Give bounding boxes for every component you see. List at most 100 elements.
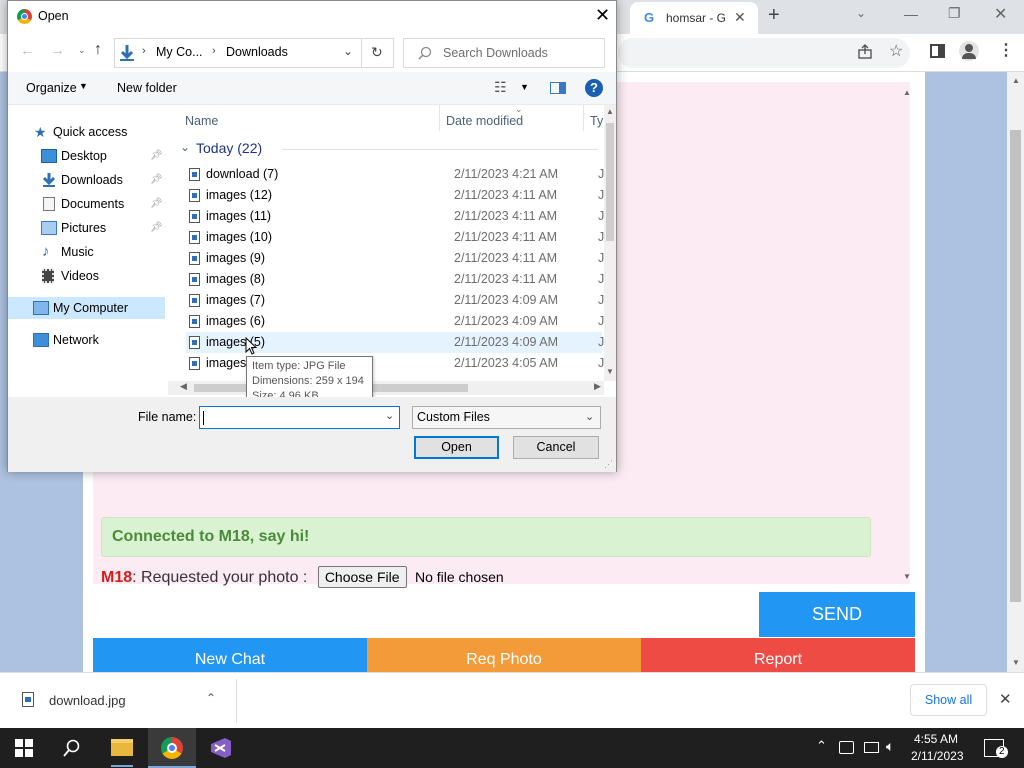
file-type-select[interactable]: Custom Files ⌄ [412,406,601,429]
message-input[interactable] [93,592,757,637]
file-type-dropdown-icon[interactable]: ⌄ [585,407,594,428]
breadcrumb-my-computer[interactable]: My Co... [156,45,203,59]
recent-locations-chevron-icon[interactable]: ⌄ [78,45,86,56]
chrome-icon [161,737,183,759]
new-tab-icon[interactable]: + [768,4,780,27]
profile-avatar-icon[interactable] [959,41,979,61]
address-bar[interactable]: › My Co... › Downloads ⌄ ↻ [114,38,394,68]
file-row[interactable]: images (12)2/11/2023 4:11 AMJP [186,185,613,206]
report-button[interactable]: Report [641,638,915,672]
preview-pane-icon[interactable] [550,82,566,94]
scroll-down-icon[interactable]: ▼ [606,367,614,376]
network-icon[interactable] [864,742,879,753]
page-scroll-up-icon[interactable]: ▲ [1012,76,1020,85]
dialog-close-icon[interactable]: ✕ [595,5,610,26]
send-button[interactable]: SEND [759,592,915,637]
file-name-dropdown-icon[interactable]: ⌄ [385,409,394,422]
tray-app-icon[interactable] [839,741,854,754]
organize-button[interactable]: Organize [26,81,77,95]
download-chevron-up-icon[interactable]: ⌃ [206,691,216,705]
file-row[interactable]: images (11)2/11/2023 4:11 AMJP [186,206,613,227]
file-type-value: Custom Files [417,410,490,424]
browser-tab-active[interactable]: G homsar - G ✕ [630,2,758,34]
view-dropdown-icon[interactable]: ▼ [520,82,529,92]
file-name-label: File name: [138,410,197,424]
dialog-title-bar[interactable]: Open ✕ [8,1,616,32]
file-row[interactable]: images (7)2/11/2023 4:09 AMJP [186,290,613,311]
open-button[interactable]: Open [414,436,499,459]
taskbar-time[interactable]: 4:55 AM [913,732,959,746]
windows-start-icon[interactable] [15,739,33,757]
file-row[interactable]: images (10)2/11/2023 4:11 AMJP [186,227,613,248]
screen: ⁄ G homsar - G ✕ + ⌄ — ❐ ✕ ☆ ⋮ ▲ ▼ Conne… [0,0,1024,768]
refresh-icon[interactable]: ↻ [371,44,383,61]
column-date-header[interactable]: Date modified [446,110,523,132]
tab-search-icon[interactable]: ⌄ [856,6,866,20]
file-list-hscrollbar[interactable]: ◀ ▶ [168,381,604,395]
file-name: images (9) [206,251,266,265]
share-icon[interactable] [857,44,873,60]
address-dropdown-icon[interactable]: ⌄ [343,44,353,58]
tray-chevron-up-icon[interactable]: ⌃ [816,738,827,754]
show-all-button[interactable]: Show all [910,684,987,716]
downloads-icon [42,173,56,187]
scroll-left-icon[interactable]: ◀ [180,381,187,392]
vscroll-thumb[interactable] [606,123,614,241]
jpg-file-icon [189,189,200,202]
pin-icon[interactable]: 📌︎ [150,193,163,215]
nav-my-computer[interactable]: My Computer [8,297,165,319]
page-scroll-down-icon[interactable]: ▼ [1012,658,1020,667]
file-explorer-icon[interactable] [111,739,133,756]
breadcrumb-downloads[interactable]: Downloads [226,45,288,59]
search-box[interactable]: Search Downloads [403,38,605,68]
forward-arrow-icon[interactable]: → [50,42,65,59]
req-photo-button[interactable]: Req Photo [367,638,641,672]
file-name-input[interactable]: ⌄ [199,406,400,429]
help-icon[interactable]: ? [585,79,603,97]
column-name-header[interactable]: Name [185,110,218,132]
file-row[interactable]: download (7)2/11/2023 4:21 AMJP [186,164,613,185]
scroll-up-icon[interactable]: ▲ [606,107,614,116]
chat-scroll-up-icon[interactable]: ▲ [903,88,911,97]
new-folder-button[interactable]: New folder [117,81,177,95]
organize-dropdown-icon[interactable]: ▼ [79,81,88,91]
download-item-name[interactable]: download.jpg [49,693,126,708]
page-scrollbar[interactable]: ▲ ▼ [1007,72,1024,672]
side-panel-icon[interactable] [930,44,945,58]
new-chat-button[interactable]: New Chat [93,638,367,672]
close-downloads-icon[interactable]: ✕ [999,690,1012,708]
file-list-vscrollbar[interactable]: ▲ ▼ [604,105,616,381]
file-name: download (7) [206,167,279,181]
close-window-icon[interactable]: ✕ [994,4,1007,24]
chrome-taskbar-active[interactable] [148,728,196,768]
file-row[interactable]: images (8)2/11/2023 4:11 AMJP [186,269,613,290]
page-scroll-thumb[interactable] [1010,130,1021,602]
visual-studio-icon[interactable] [209,737,233,759]
pin-icon[interactable]: 📌︎ [150,169,163,191]
choose-file-button[interactable]: Choose File [317,566,407,588]
view-options-icon[interactable]: ☷ [494,79,507,96]
chat-scroll-down-icon[interactable]: ▼ [903,572,911,581]
resize-grip-icon[interactable]: ⋰ [604,459,613,470]
group-header-today[interactable]: ⌄ Today (22) [174,138,598,160]
restore-icon[interactable]: ❐ [948,5,961,22]
up-arrow-icon[interactable]: ↑ [94,41,102,59]
close-tab-icon[interactable]: ✕ [734,9,746,26]
nav-label: Downloads [61,173,123,187]
back-arrow-icon[interactable]: ← [20,42,35,59]
search-icon[interactable] [63,739,81,757]
bookmark-star-icon[interactable]: ☆ [889,41,903,61]
column-type-header[interactable]: Ty [590,110,603,132]
taskbar-date[interactable]: 2/11/2023 [911,749,964,763]
pin-icon[interactable]: 📌︎ [150,145,163,167]
cancel-button[interactable]: Cancel [513,436,599,459]
volume-icon[interactable]: 🔈︎ [886,738,894,755]
pin-icon[interactable]: 📌︎ [150,217,163,239]
file-date: 2/11/2023 4:11 AM [454,230,558,244]
scroll-right-icon[interactable]: ▶ [594,381,601,392]
jpg-file-icon [189,168,200,181]
file-row[interactable]: images (9)2/11/2023 4:11 AMJP [186,248,613,269]
browser-menu-icon[interactable]: ⋮ [998,40,1014,60]
minimize-icon[interactable]: — [904,6,918,22]
file-row[interactable]: images (6)2/11/2023 4:09 AMJP [186,311,613,332]
